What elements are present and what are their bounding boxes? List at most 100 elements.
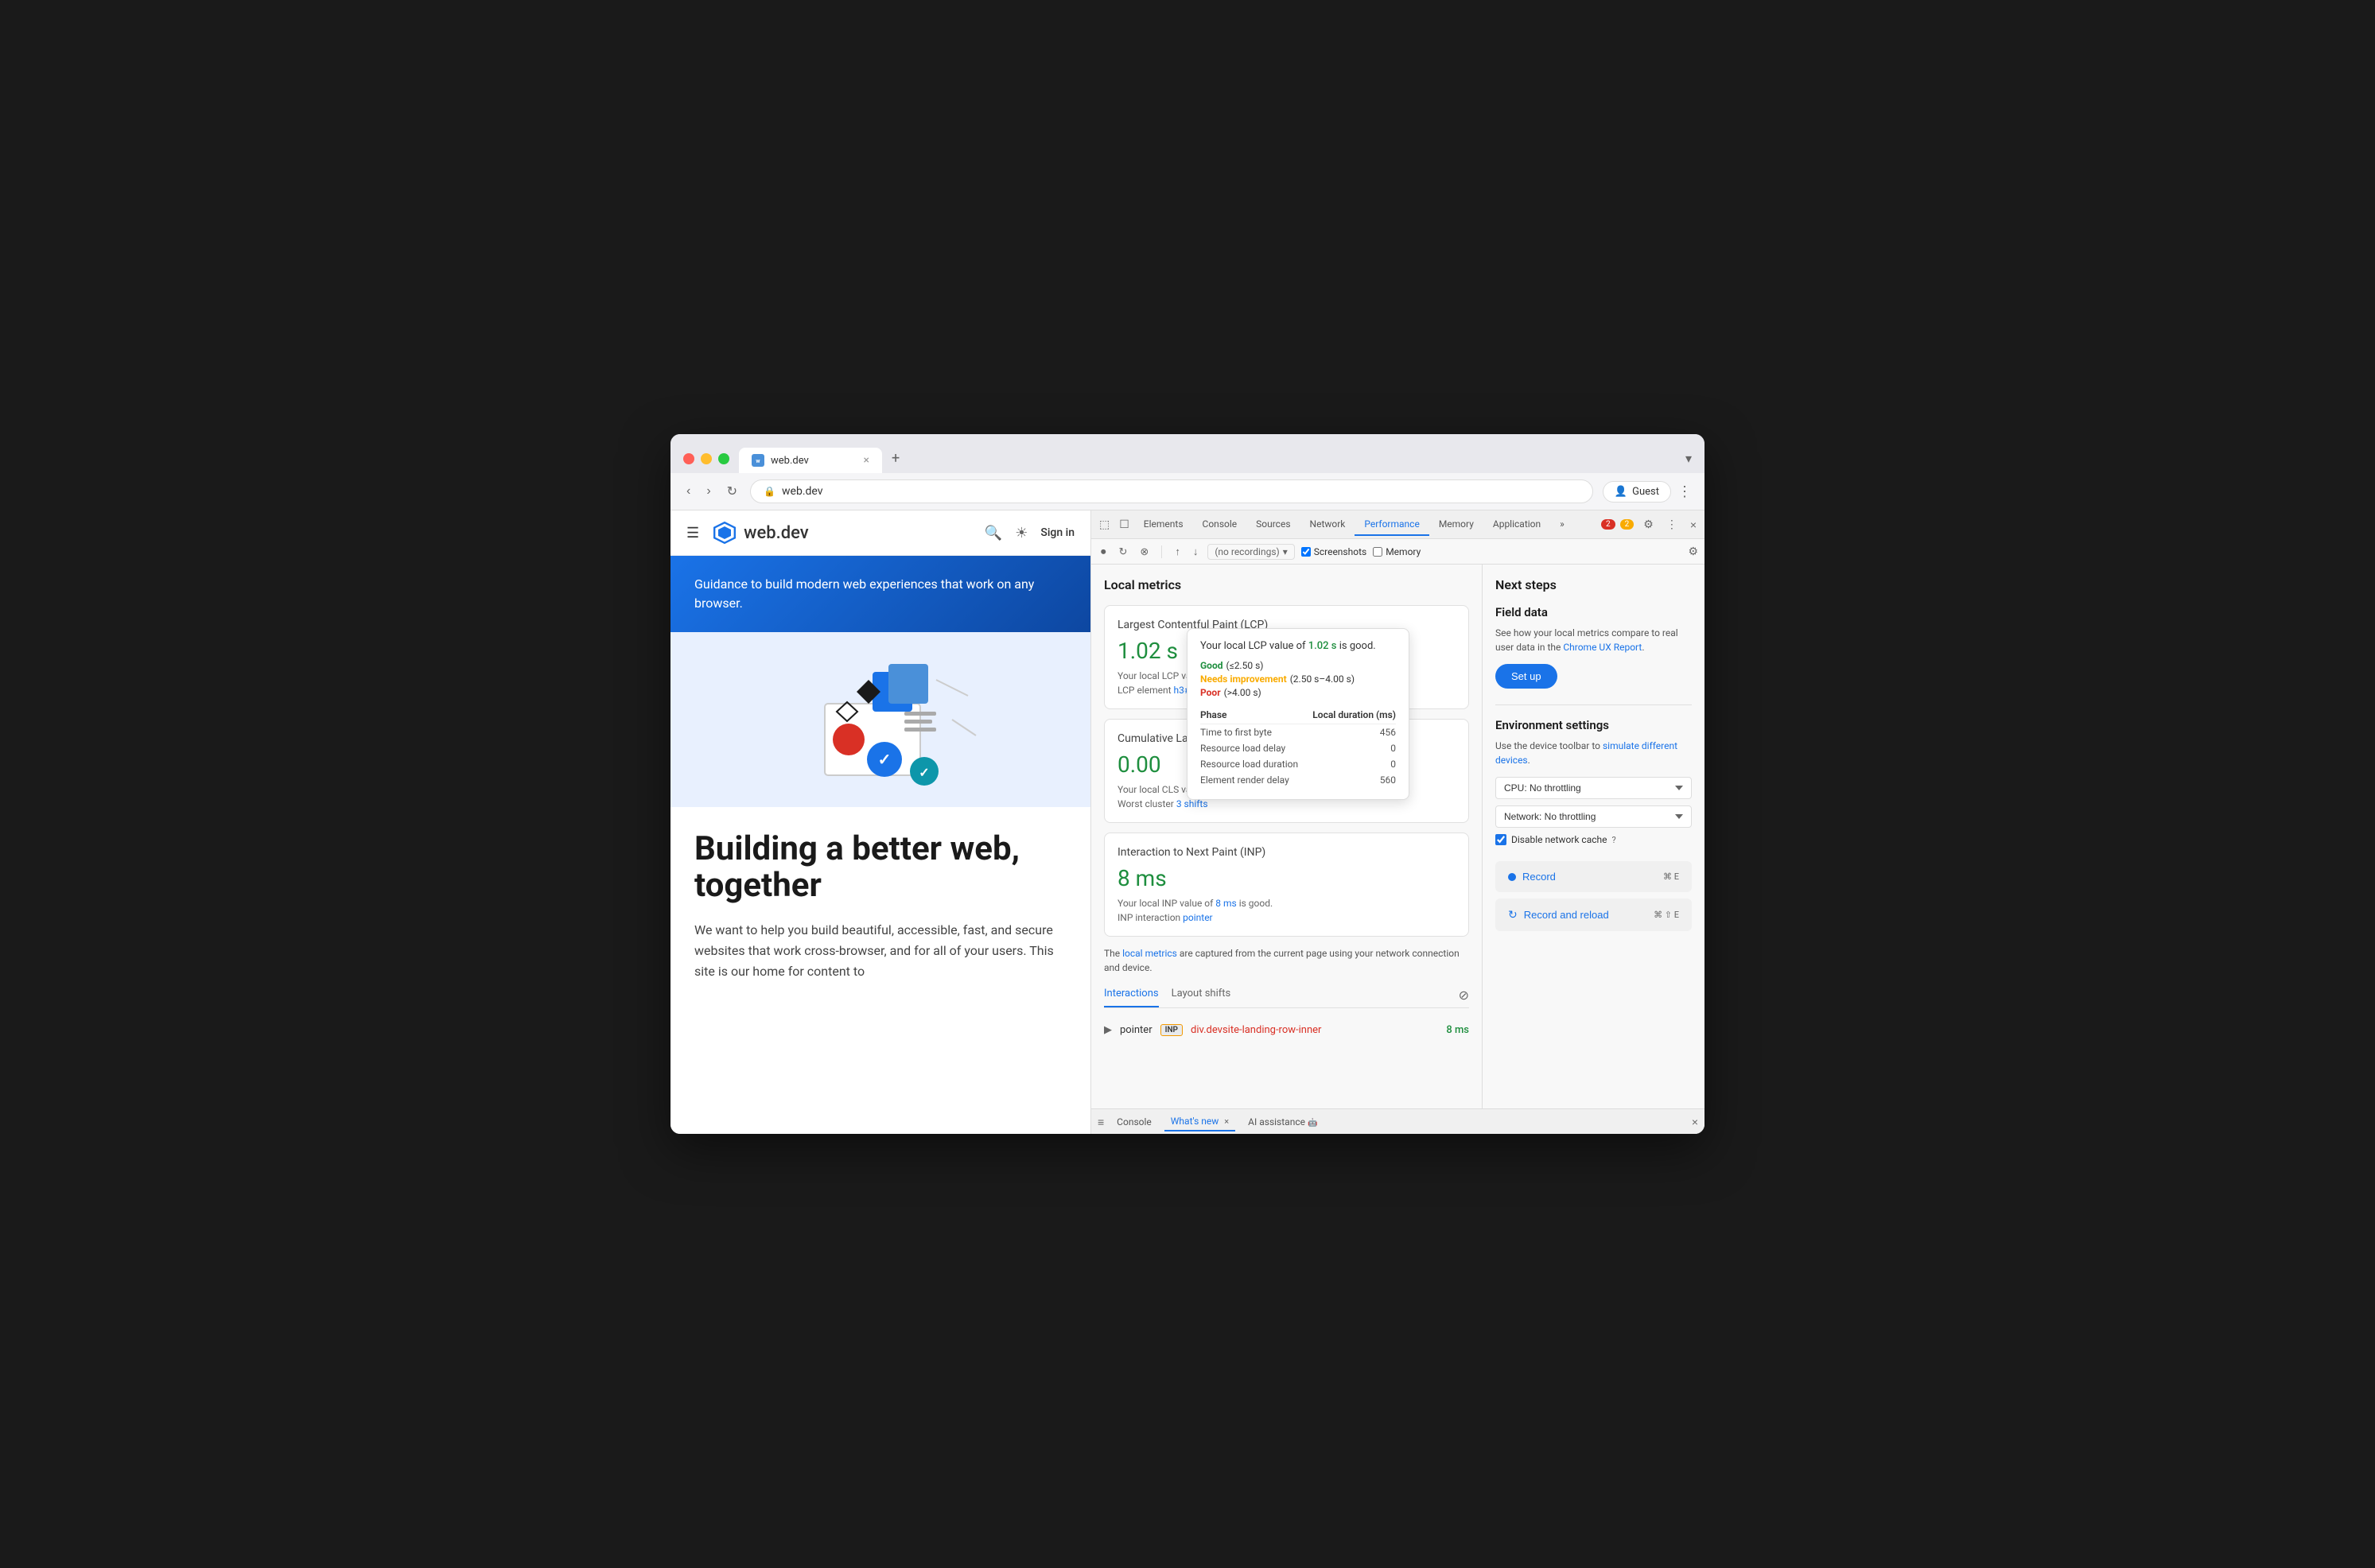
bottom-menu-button[interactable]: ≡	[1098, 1116, 1104, 1128]
person-icon: 👤	[1615, 486, 1627, 498]
title-bar: w web.dev × + ▾	[671, 434, 1704, 473]
simulate-devices-link[interactable]: simulate different devices	[1495, 740, 1677, 766]
tab-bar: w web.dev × +	[739, 444, 1676, 473]
local-metrics-link[interactable]: local metrics	[1122, 948, 1177, 959]
svg-text:w: w	[756, 458, 760, 464]
record-action-button[interactable]: Record	[1508, 871, 1556, 883]
phase-table: Phase Local duration (ms) Time to first …	[1200, 706, 1396, 788]
browser-menu-button[interactable]: ⋮	[1677, 483, 1692, 500]
signin-button[interactable]: Sign in	[1040, 526, 1075, 539]
more-tabs-button[interactable]: »	[1550, 514, 1574, 536]
phase-row: Resource load delay 0	[1200, 740, 1396, 756]
chrome-ux-link[interactable]: Chrome UX Report	[1563, 642, 1642, 653]
devtools-more-button[interactable]: ⋮	[1662, 514, 1682, 534]
bottom-close-button[interactable]: ×	[1692, 1116, 1698, 1128]
forward-button[interactable]: ›	[703, 481, 713, 502]
tab-console[interactable]: Console	[1193, 514, 1247, 536]
reload-record-button[interactable]: ↻	[1116, 544, 1131, 560]
setup-button[interactable]: Set up	[1495, 664, 1557, 689]
record-section: Record ⌘ E	[1495, 861, 1692, 892]
interaction-row: ▶ pointer INP div.devsite-landing-row-in…	[1104, 1018, 1469, 1042]
tab-application[interactable]: Application	[1483, 514, 1550, 536]
search-icon[interactable]: 🔍	[985, 525, 1002, 541]
expand-arrow-icon[interactable]: ▶	[1104, 1024, 1112, 1036]
performance-settings-button[interactable]: ⚙	[1688, 545, 1698, 558]
whats-new-close-icon[interactable]: ×	[1224, 1116, 1229, 1127]
record-label: Record	[1522, 871, 1556, 883]
rating-poor: Poor (>4.00 s)	[1200, 687, 1396, 698]
hamburger-menu-icon[interactable]: ☰	[686, 525, 699, 541]
download-button[interactable]: ↓	[1190, 544, 1202, 559]
tab-elements[interactable]: Elements	[1134, 514, 1193, 536]
disable-cache-checkbox[interactable]	[1495, 834, 1506, 845]
cls-cluster-link[interactable]: 3 shifts	[1176, 798, 1208, 809]
ai-icon: 🤖	[1308, 1119, 1317, 1127]
phase-row: Resource load duration 0	[1200, 756, 1396, 772]
record-button[interactable]: ⏺	[1098, 544, 1110, 560]
recording-select[interactable]: (no recordings) ▾	[1207, 544, 1294, 560]
nav-right: 👤 Guest ⋮	[1603, 481, 1692, 503]
devtools-main: Local metrics Largest Contentful Paint (…	[1091, 565, 1704, 1108]
hero-banner: Guidance to build modern web experiences…	[671, 556, 1090, 632]
device-toolbar-button[interactable]: ☐	[1114, 514, 1134, 534]
inp-card: Interaction to Next Paint (INP) 8 ms You…	[1104, 833, 1469, 937]
tab-memory[interactable]: Memory	[1429, 514, 1483, 536]
theme-toggle-icon[interactable]: ☀	[1015, 525, 1028, 541]
performance-content: Local metrics Largest Contentful Paint (…	[1091, 565, 1482, 1108]
layout-shifts-tab[interactable]: Layout shifts	[1172, 988, 1231, 1007]
inp-desc: Your local INP value of 8 ms is good.	[1118, 898, 1456, 909]
phase-name: Resource load delay	[1200, 740, 1306, 756]
lock-icon: 🔒	[764, 486, 775, 497]
next-steps-title: Next steps	[1495, 577, 1692, 592]
traffic-light-yellow[interactable]	[701, 453, 712, 464]
disable-cache-label: Disable network cache	[1511, 834, 1607, 845]
upload-button[interactable]: ↑	[1172, 544, 1184, 559]
tab-menu-button[interactable]: ▾	[1685, 451, 1692, 466]
back-button[interactable]: ‹	[683, 481, 694, 502]
record-reload-button[interactable]: ↻ Record and reload	[1508, 908, 1609, 922]
tab-performance[interactable]: Performance	[1355, 514, 1428, 536]
active-tab[interactable]: w web.dev ×	[739, 448, 882, 473]
new-tab-button[interactable]: +	[885, 444, 1028, 473]
memory-checkbox[interactable]: Memory	[1373, 546, 1421, 557]
refresh-button[interactable]: ↻	[724, 480, 740, 503]
guest-button[interactable]: 👤 Guest	[1603, 481, 1671, 503]
cpu-throttle-select[interactable]: CPU: No throttling	[1495, 777, 1692, 799]
tab-close-button[interactable]: ×	[864, 454, 869, 467]
devtools-panel: ⬚ ☐ Elements Console Sources Network Per…	[1090, 510, 1704, 1134]
sidebar-divider	[1495, 704, 1692, 705]
phase-value: 0	[1306, 740, 1396, 756]
address-bar[interactable]: 🔒 web.dev	[750, 479, 1593, 503]
inp-pointer-link[interactable]: pointer	[1183, 912, 1212, 923]
phase-header: Phase	[1200, 706, 1306, 724]
tab-sources[interactable]: Sources	[1246, 514, 1300, 536]
network-throttle-select[interactable]: Network: No throttling	[1495, 805, 1692, 828]
clear-button[interactable]: ⊗	[1137, 544, 1152, 560]
hero-text: Guidance to build modern web experiences…	[694, 575, 1067, 613]
traffic-light-green[interactable]	[718, 453, 729, 464]
field-data-desc: See how your local metrics compare to re…	[1495, 626, 1692, 654]
screenshots-check[interactable]	[1301, 547, 1311, 557]
record-shortcut: ⌘ E	[1663, 871, 1679, 882]
inp-interaction: INP interaction pointer	[1118, 912, 1456, 923]
field-data-title: Field data	[1495, 605, 1692, 619]
traffic-light-red[interactable]	[683, 453, 694, 464]
interactions-tabs: Interactions Layout shifts ⊘	[1104, 988, 1469, 1008]
memory-check[interactable]	[1373, 547, 1382, 557]
filter-icon[interactable]: ⊘	[1459, 988, 1469, 1007]
inspect-element-button[interactable]: ⬚	[1094, 514, 1114, 534]
bottom-tab-ai-assistance[interactable]: AI assistance 🤖	[1242, 1113, 1324, 1131]
devtools-settings-button[interactable]: ⚙	[1638, 514, 1658, 534]
bottom-tab-console[interactable]: Console	[1110, 1113, 1158, 1131]
interactions-tab[interactable]: Interactions	[1104, 988, 1159, 1007]
bottom-tab-whats-new[interactable]: What's new ×	[1164, 1112, 1235, 1131]
help-icon[interactable]: ?	[1611, 835, 1615, 845]
devtools-close-button[interactable]: ×	[1685, 515, 1701, 534]
record-dot-icon	[1508, 873, 1516, 881]
dropdown-icon: ▾	[1283, 546, 1288, 557]
tab-network[interactable]: Network	[1300, 514, 1355, 536]
screenshots-checkbox[interactable]: Screenshots	[1301, 546, 1366, 557]
recording-placeholder: (no recordings)	[1215, 546, 1279, 557]
web-body: Building a better web, together We want …	[671, 807, 1090, 1005]
illustration-svg: ✓ ✓	[761, 640, 1000, 799]
